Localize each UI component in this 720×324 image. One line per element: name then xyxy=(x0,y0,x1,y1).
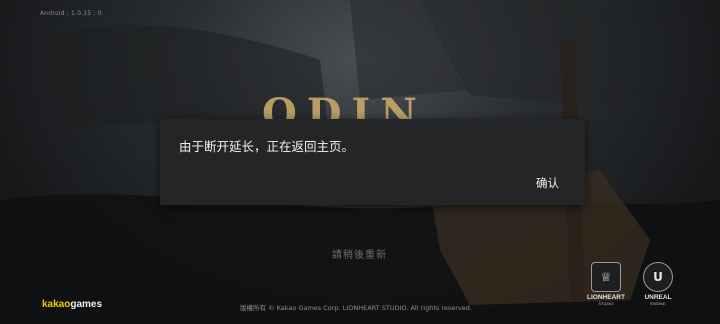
unreal-engine-logo: U UNREAL ENGINE xyxy=(639,262,677,306)
kakaogames-logo: kakaogames xyxy=(42,299,102,310)
loading-text: 請稍後重新 xyxy=(332,250,387,261)
lionheart-sub: STUDIO xyxy=(598,301,614,306)
brand-part1: kakao xyxy=(42,299,71,310)
disconnect-dialog: 由于断开延长，正在返回主页。 确认 xyxy=(160,119,585,205)
brand-part2: games xyxy=(70,299,103,310)
version-label: Android : 1.0.15 : 0 xyxy=(40,10,102,17)
lion-icon: ♕ xyxy=(591,262,621,292)
lionheart-studio-logo: ♕ LIONHEART STUDIO xyxy=(587,262,625,306)
lionheart-label: LIONHEART xyxy=(587,294,625,301)
unreal-label: UNREAL xyxy=(644,294,672,301)
unreal-icon: U xyxy=(643,262,673,292)
unreal-sub: ENGINE xyxy=(650,301,666,306)
copyright-text: 版權所有 © Kakao Games Corp. LIONHEART STUDI… xyxy=(240,304,472,312)
confirm-button[interactable]: 确认 xyxy=(534,173,561,193)
dialog-message: 由于断开延长，正在返回主页。 xyxy=(179,139,355,154)
